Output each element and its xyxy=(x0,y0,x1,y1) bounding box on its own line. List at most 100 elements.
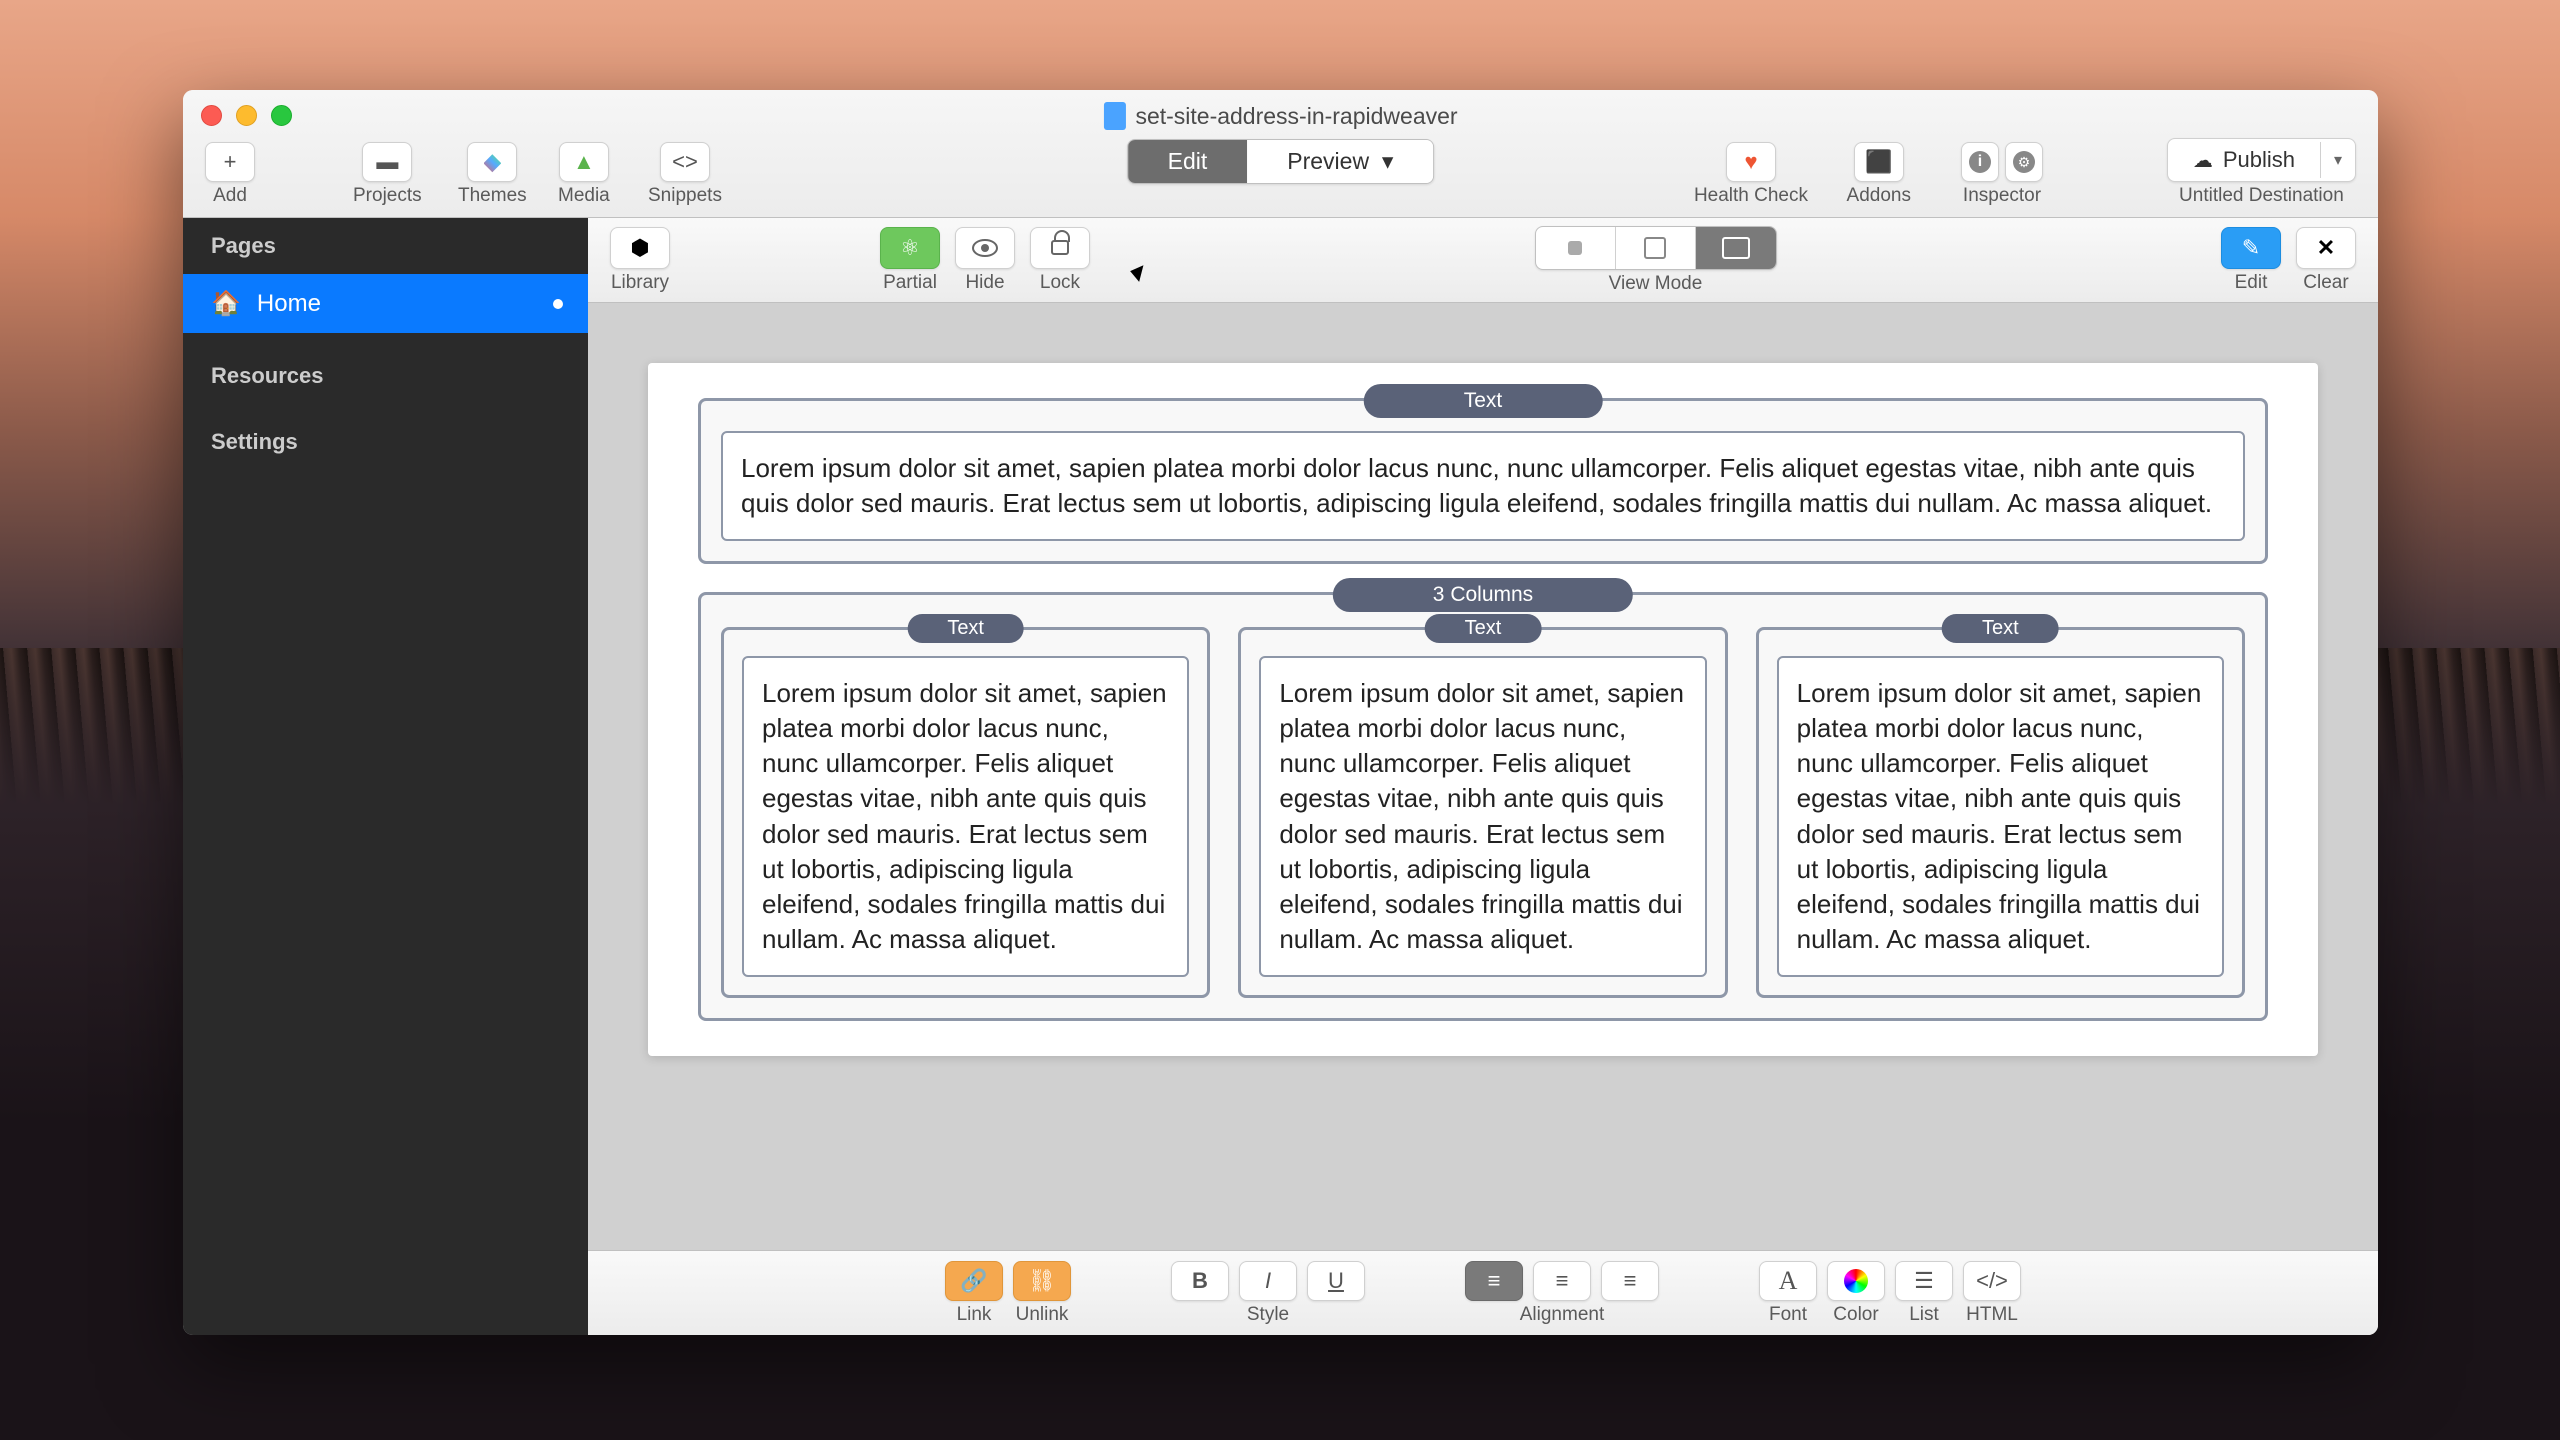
clear-button[interactable]: ✕ xyxy=(2296,227,2356,269)
text-stack-label: Text xyxy=(1364,384,1603,418)
bottom-toolbar: 🔗 Link ⛓ Unlink B I U xyxy=(588,1250,2378,1335)
text-content-main[interactable]: Lorem ipsum dolor sit amet, sapien plate… xyxy=(741,451,2225,521)
settings-header[interactable]: Settings xyxy=(183,414,588,470)
themes-button[interactable]: ◆ xyxy=(467,142,517,182)
hide-button[interactable] xyxy=(955,227,1015,269)
align-left-button[interactable]: ≡ xyxy=(1465,1261,1523,1301)
edit-tab[interactable]: Edit xyxy=(1128,140,1248,183)
home-label: Home xyxy=(257,290,321,318)
hide-label: Hide xyxy=(965,272,1004,294)
clear-label: Clear xyxy=(2303,272,2348,294)
unlink-button[interactable]: ⛓ xyxy=(1013,1261,1071,1301)
destination-label: Untitled Destination xyxy=(2179,185,2344,207)
page-canvas: Text Lorem ipsum dolor sit amet, sapien … xyxy=(648,363,2318,1056)
partial-icon: ⚛ xyxy=(900,235,920,261)
columns-stack-label: 3 Columns xyxy=(1333,578,1633,612)
color-button[interactable] xyxy=(1827,1261,1885,1301)
resources-header[interactable]: Resources xyxy=(183,348,588,404)
text-block-col-2[interactable]: Lorem ipsum dolor sit amet, sapien plate… xyxy=(1259,656,1706,977)
modified-dot-icon xyxy=(553,299,563,309)
title-text: set-site-address-in-rapidweaver xyxy=(1135,103,1457,130)
align-center-icon: ≡ xyxy=(1556,1268,1569,1294)
add-button[interactable]: + xyxy=(205,142,255,182)
column-3[interactable]: Text Lorem ipsum dolor sit amet, sapien … xyxy=(1756,627,2245,998)
addons-label: Addons xyxy=(1847,185,1911,207)
font-label: Font xyxy=(1769,1304,1807,1326)
unlink-icon: ⛓ xyxy=(1028,1268,1056,1294)
inspector-settings-button[interactable]: ⚙ xyxy=(2005,142,2043,182)
partial-button[interactable]: ⚛ xyxy=(880,227,940,269)
health-check-button[interactable]: ♥ xyxy=(1726,142,1776,182)
library-button[interactable]: ⬢ xyxy=(610,227,670,269)
sidebar-item-home[interactable]: 🏠 Home xyxy=(183,274,588,333)
code-icon: </> xyxy=(1976,1268,2008,1294)
minimize-button[interactable] xyxy=(236,105,257,126)
text-stack[interactable]: Text Lorem ipsum dolor sit amet, sapien … xyxy=(698,398,2268,564)
link-button[interactable]: 🔗 xyxy=(945,1261,1003,1301)
preview-tab[interactable]: Preview ▾ xyxy=(1247,140,1433,183)
main-area: ⬢ Library ⚛ Partial Hide Lock xyxy=(588,218,2378,1335)
column-1[interactable]: Text Lorem ipsum dolor sit amet, sapien … xyxy=(721,627,1210,998)
titlebar: set-site-address-in-rapidweaver + Add ▬ … xyxy=(183,90,2378,218)
column-1-label: Text xyxy=(907,614,1024,643)
bold-button[interactable]: B xyxy=(1171,1261,1229,1301)
media-button[interactable]: ▲ xyxy=(559,142,609,182)
lock-button[interactable] xyxy=(1030,227,1090,269)
media-label: Media xyxy=(558,185,610,207)
text-block-main[interactable]: Lorem ipsum dolor sit amet, sapien plate… xyxy=(721,431,2245,541)
text-content-col-3[interactable]: Lorem ipsum dolor sit amet, sapien plate… xyxy=(1797,676,2204,957)
color-icon xyxy=(1844,1269,1868,1293)
edit-mode-button[interactable]: ✎ xyxy=(2221,227,2281,269)
snippets-button[interactable]: <> xyxy=(660,142,710,182)
column-2-label: Text xyxy=(1425,614,1542,643)
align-right-button[interactable]: ≡ xyxy=(1601,1261,1659,1301)
text-content-col-1[interactable]: Lorem ipsum dolor sit amet, sapien plate… xyxy=(762,676,1169,957)
document-icon xyxy=(1103,102,1125,130)
lock-icon xyxy=(1051,240,1069,255)
text-content-col-2[interactable]: Lorem ipsum dolor sit amet, sapien plate… xyxy=(1279,676,1686,957)
sidebar: Pages 🏠 Home Resources Settings xyxy=(183,218,588,1335)
publish-dropdown[interactable]: ▾ xyxy=(2320,142,2355,178)
style-label: Style xyxy=(1247,1304,1289,1326)
html-label: HTML xyxy=(1966,1304,2018,1326)
publish-button[interactable]: ☁Publish ▾ xyxy=(2167,138,2356,182)
list-button[interactable]: ☰ xyxy=(1895,1261,1953,1301)
eye-icon xyxy=(972,239,998,257)
inspector-info-button[interactable]: i xyxy=(1961,142,1999,182)
view-mode-segment xyxy=(1535,226,1777,270)
columns-stack[interactable]: 3 Columns Text Lorem ipsum dolor sit ame… xyxy=(698,592,2268,1021)
underline-button[interactable]: U xyxy=(1307,1261,1365,1301)
canvas-area[interactable]: Text Lorem ipsum dolor sit amet, sapien … xyxy=(588,303,2378,1250)
align-left-icon: ≡ xyxy=(1488,1268,1501,1294)
italic-button[interactable]: I xyxy=(1239,1261,1297,1301)
addons-button[interactable]: ⬛ xyxy=(1854,142,1904,182)
library-label: Library xyxy=(611,272,669,294)
text-block-col-1[interactable]: Lorem ipsum dolor sit amet, sapien plate… xyxy=(742,656,1189,977)
add-label: Add xyxy=(213,185,247,207)
projects-label: Projects xyxy=(353,185,422,207)
snippets-label: Snippets xyxy=(648,185,722,207)
close-button[interactable] xyxy=(201,105,222,126)
view-mode-2[interactable] xyxy=(1616,227,1696,269)
secondary-toolbar: ⬢ Library ⚛ Partial Hide Lock xyxy=(588,218,2378,303)
font-icon: A xyxy=(1779,1266,1798,1296)
font-button[interactable]: A xyxy=(1759,1261,1817,1301)
window-title: set-site-address-in-rapidweaver xyxy=(1103,102,1457,130)
partial-label: Partial xyxy=(883,272,937,294)
projects-button[interactable]: ▬ xyxy=(362,142,412,182)
align-center-button[interactable]: ≡ xyxy=(1533,1261,1591,1301)
home-icon: 🏠 xyxy=(211,289,241,318)
align-right-icon: ≡ xyxy=(1624,1268,1637,1294)
pages-header: Pages xyxy=(183,218,588,274)
edit-mode-label: Edit xyxy=(2235,272,2268,294)
view-mode-1[interactable] xyxy=(1536,227,1616,269)
html-button[interactable]: </> xyxy=(1963,1261,2021,1301)
maximize-button[interactable] xyxy=(271,105,292,126)
health-check-label: Health Check xyxy=(1694,185,1808,207)
column-2[interactable]: Text Lorem ipsum dolor sit amet, sapien … xyxy=(1238,627,1727,998)
text-block-col-3[interactable]: Lorem ipsum dolor sit amet, sapien plate… xyxy=(1777,656,2224,977)
column-3-label: Text xyxy=(1942,614,2059,643)
view-mode-3[interactable] xyxy=(1696,227,1776,269)
themes-label: Themes xyxy=(458,185,527,207)
list-label: List xyxy=(1909,1304,1939,1326)
